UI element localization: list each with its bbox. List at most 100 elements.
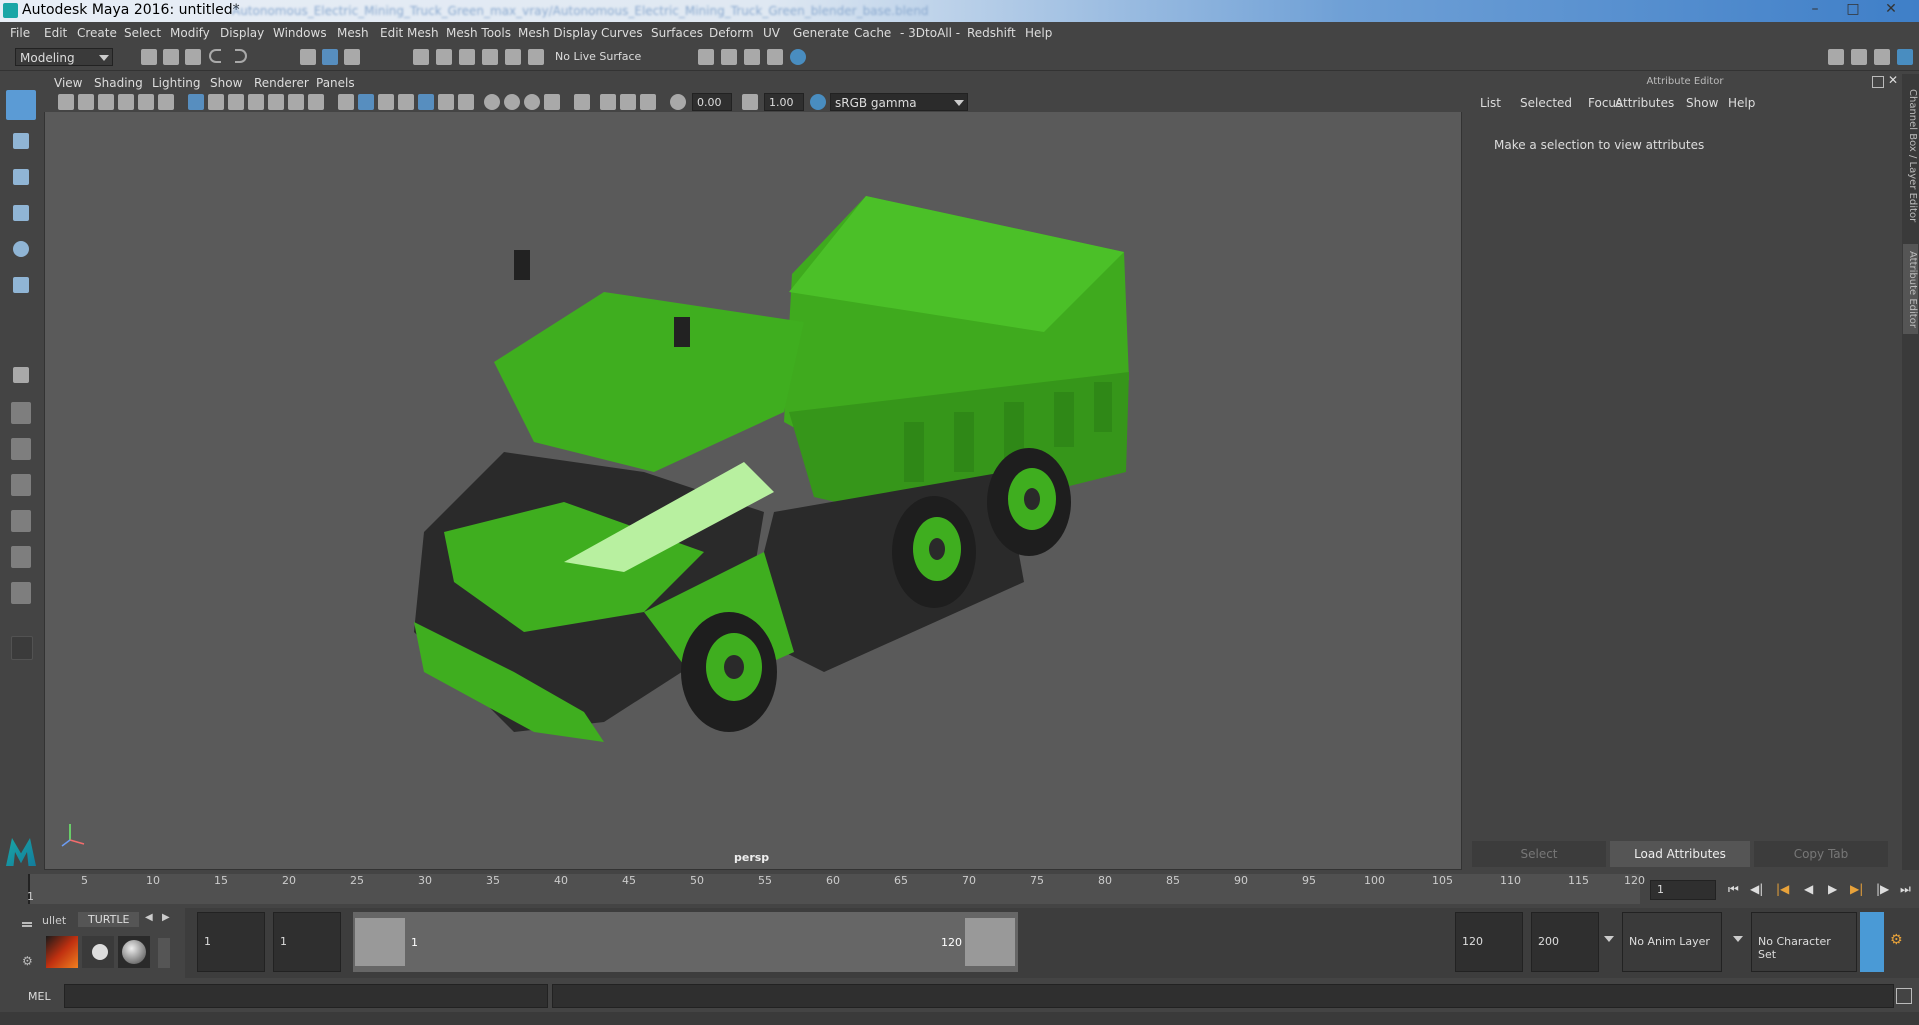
redo-icon[interactable] [235,49,247,63]
gate-mask-icon[interactable] [248,94,264,110]
vp-menu-lighting[interactable]: Lighting [152,76,201,90]
menu-windows[interactable]: Windows [273,26,327,40]
bookmark-icon[interactable] [98,94,114,110]
gamma-icon[interactable] [742,94,758,110]
scale-tool-icon[interactable] [6,270,36,300]
vp-menu-renderer[interactable]: Renderer [254,76,309,90]
range-slider[interactable]: 1 120 [353,912,1018,972]
channel-box-icon[interactable] [1897,49,1913,65]
vp-menu-show[interactable]: Show [210,76,242,90]
layout-two-icon[interactable] [6,470,36,500]
use-all-lights-icon[interactable] [418,94,434,110]
open-scene-icon[interactable] [163,49,179,65]
cmd-language-label[interactable]: MEL [28,990,51,1003]
hud-icon[interactable] [640,94,656,110]
two-d-pan-icon[interactable] [138,94,154,110]
vp-menu-shading[interactable]: Shading [94,76,143,90]
menu-uv[interactable]: UV [763,26,780,40]
menu-edit[interactable]: Edit [44,26,67,40]
step-back-key-icon[interactable]: ◀| [1750,882,1763,896]
snap-surface-icon[interactable] [505,49,521,65]
select-button[interactable]: Select [1472,841,1606,867]
grease-pencil-icon[interactable] [158,94,174,110]
resolution-gate-icon[interactable] [228,94,244,110]
float-panel-icon[interactable] [1872,76,1884,88]
menu-3dtoall[interactable]: - 3DtoAll - [900,26,960,40]
menu-generate[interactable]: Generate [793,26,849,40]
step-forward-frame-icon[interactable]: ▶| [1850,882,1863,896]
layout-single-icon[interactable] [6,398,36,428]
depth-of-field-icon[interactable] [524,94,540,110]
close-button[interactable]: ✕ [1873,0,1909,20]
playback-start-field[interactable]: 1 [273,912,341,972]
film-gate-icon[interactable] [208,94,224,110]
snap-point-icon[interactable] [459,49,475,65]
mode-dropdown[interactable]: Modeling [15,48,113,66]
camera-attributes-icon[interactable] [78,94,94,110]
xray-joints-icon[interactable] [600,94,616,110]
grid-icon[interactable] [188,94,204,110]
new-scene-icon[interactable] [141,49,157,65]
select-tool-icon[interactable] [6,90,36,120]
attribute-editor-toggle-icon[interactable] [1851,49,1867,65]
shelf-settings-icon[interactable]: ⚙ [22,954,33,968]
exposure-field[interactable]: 0.00 [692,93,732,111]
ae-menu-attributes[interactable]: Attributes [1615,96,1674,110]
layout-persp-outliner-icon[interactable] [6,506,36,536]
tab-channel-box[interactable]: Channel Box / Layer Editor [1903,86,1918,226]
rotate-tool-icon[interactable] [6,234,36,264]
auto-key-icon[interactable] [1860,912,1884,972]
material-ball-shelf-icon[interactable] [82,936,114,968]
snap-grid-icon[interactable] [413,49,429,65]
script-editor-icon[interactable] [1896,988,1912,1004]
modeling-toolkit-icon[interactable] [1828,49,1844,65]
layout-custom-icon[interactable] [6,578,36,608]
layout-four-icon[interactable] [6,434,36,464]
play-forward-icon[interactable]: ▶ [1828,882,1837,896]
render-frame-icon[interactable] [698,49,714,65]
xray-active-icon[interactable] [620,94,636,110]
anim-layer-chevron-icon[interactable] [1604,936,1614,942]
wireframe-icon[interactable] [338,94,354,110]
tab-attribute-editor[interactable]: Attribute Editor [1903,244,1918,334]
menu-file[interactable]: File [10,26,30,40]
menu-modify[interactable]: Modify [170,26,210,40]
menu-surfaces[interactable]: Surfaces [651,26,703,40]
range-slider-start-handle[interactable] [355,918,405,966]
command-input[interactable] [64,984,548,1008]
multisample-aa-icon[interactable] [504,94,520,110]
menu-edit-mesh[interactable]: Edit Mesh [380,26,439,40]
shelf-scroll-left-icon[interactable]: ◀ [145,912,153,923]
menu-create[interactable]: Create [77,26,117,40]
hypershade-icon[interactable] [767,49,783,65]
snap-magnet-icon[interactable] [528,49,544,65]
layout-persp-graph-icon[interactable] [6,542,36,572]
load-attributes-button[interactable]: Load Attributes [1610,841,1750,867]
tool-settings-icon[interactable] [1874,49,1890,65]
shadows-icon[interactable] [438,94,454,110]
menu-select[interactable]: Select [124,26,161,40]
move-tool-icon[interactable] [6,198,36,228]
ipr-render-icon[interactable] [721,49,737,65]
timeline-ruler[interactable]: 1 5 10 15 20 25 30 35 40 45 50 55 60 65 … [27,874,1645,904]
exposure-icon[interactable] [670,94,686,110]
snap-view-icon[interactable] [482,49,498,65]
menu-redshift[interactable]: Redshift [967,26,1016,40]
render-view-icon[interactable] [790,49,806,65]
menu-mesh[interactable]: Mesh [337,26,369,40]
select-component-icon[interactable] [344,49,360,65]
vp-menu-panels[interactable]: Panels [316,76,355,90]
isolate-select-icon[interactable] [574,94,590,110]
character-set-dropdown[interactable]: No Character Set [1751,912,1857,972]
field-chart-icon[interactable] [268,94,284,110]
ae-menu-selected[interactable]: Selected [1520,96,1572,110]
safe-title-icon[interactable] [308,94,324,110]
x-ray-icon[interactable] [544,94,560,110]
save-scene-icon[interactable] [185,49,201,65]
color-space-dropdown[interactable]: sRGB gamma [830,93,968,111]
anim-layer-dropdown[interactable]: No Anim Layer [1622,912,1722,972]
anim-prefs-icon[interactable]: ⚙ [1890,932,1908,950]
shelf-scroll-icon[interactable] [158,938,170,968]
minimize-button[interactable]: – [1797,0,1833,20]
ae-menu-help[interactable]: Help [1728,96,1755,110]
